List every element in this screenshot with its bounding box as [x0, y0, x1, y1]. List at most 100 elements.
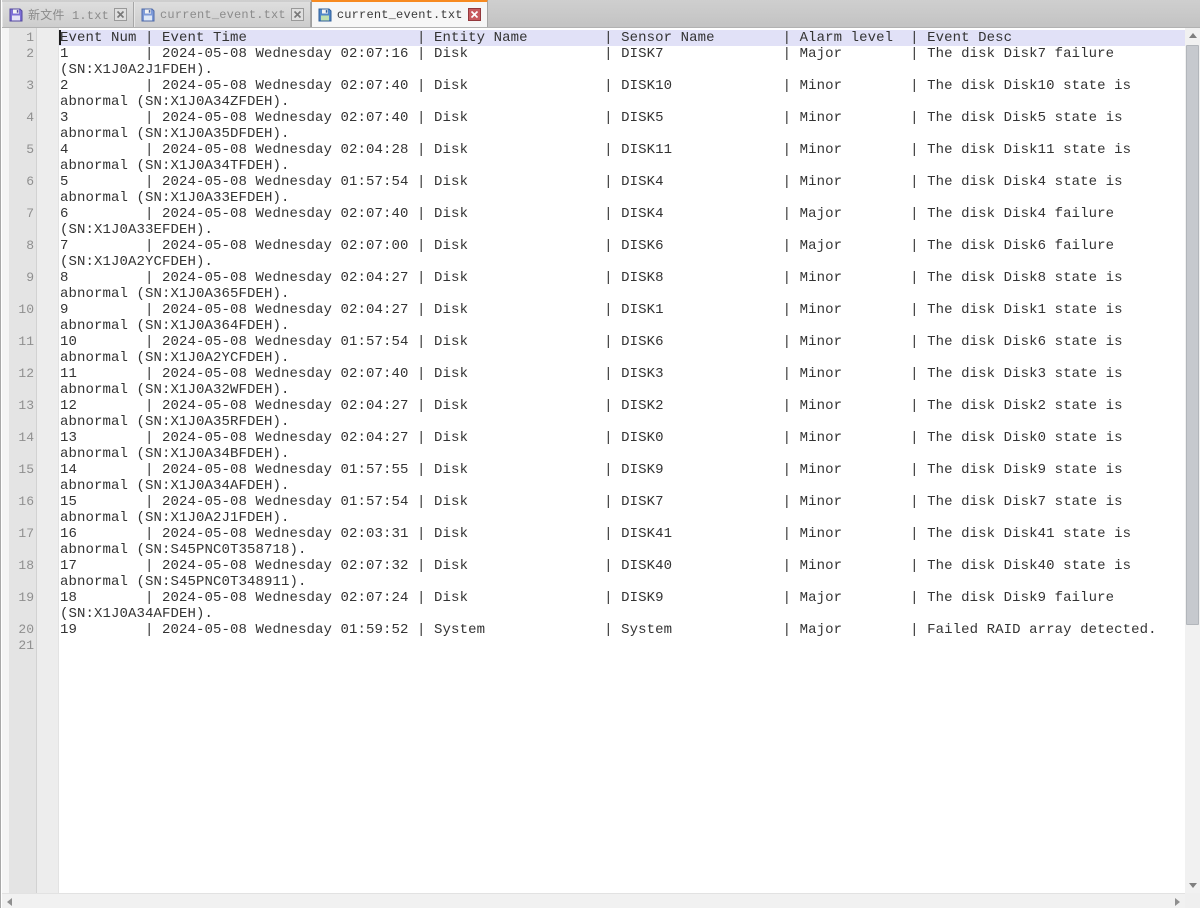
line-text: 3 | 2024-05-08 Wednesday 02:07:40 | Disk…: [60, 110, 1123, 126]
tab-new-file-1[interactable]: 新文件 1.txt: [2, 2, 134, 27]
line-number: 15: [9, 462, 34, 478]
line-text: 8 | 2024-05-08 Wednesday 02:04:27 | Disk…: [60, 270, 1123, 286]
line-text: 18 | 2024-05-08 Wednesday 02:07:24 | Dis…: [60, 590, 1114, 606]
editor-row[interactable]: abnormal (SN:X1J0A2YCFDEH).: [2, 350, 1185, 366]
line-number: 1: [9, 30, 34, 46]
editor-row[interactable]: abnormal (SN:S45PNC0T358718).: [2, 542, 1185, 558]
editor-row[interactable]: 1 Event Num | Event Time | Entity Name | …: [2, 30, 1185, 46]
tab-bar: 新文件 1.txt current_event.txt: [2, 0, 1200, 28]
save-icon: [318, 8, 332, 22]
line-text: abnormal (SN:X1J0A34ZFDEH).: [60, 94, 290, 110]
editor-row[interactable]: abnormal (SN:X1J0A34BFDEH).: [2, 446, 1185, 462]
line-text: 6 | 2024-05-08 Wednesday 02:07:40 | Disk…: [60, 206, 1114, 222]
editor-row[interactable]: 8 7 | 2024-05-08 Wednesday 02:07:00 | Dis…: [2, 238, 1185, 254]
line-text: abnormal (SN:X1J0A35DFDEH).: [60, 126, 290, 142]
vertical-scrollbar[interactable]: [1185, 28, 1200, 893]
editor-row[interactable]: abnormal (SN:X1J0A34ZFDEH).: [2, 94, 1185, 110]
vertical-scrollbar-thumb[interactable]: [1186, 45, 1199, 625]
line-text: Event Num | Event Time | Entity Name | S…: [60, 30, 1012, 46]
tab-title: current_event.txt: [337, 8, 463, 22]
line-text: abnormal (SN:S45PNC0T358718).: [60, 542, 307, 558]
editor-row[interactable]: abnormal (SN:X1J0A33EFDEH).: [2, 190, 1185, 206]
editor-row[interactable]: 4 3 | 2024-05-08 Wednesday 02:07:40 | Dis…: [2, 110, 1185, 126]
editor-row[interactable]: 1817 | 2024-05-08 Wednesday 02:07:32 | D…: [2, 558, 1185, 574]
editor-row[interactable]: 9 8 | 2024-05-08 Wednesday 02:04:27 | Dis…: [2, 270, 1185, 286]
editor-row[interactable]: abnormal (SN:X1J0A34TFDEH).: [2, 158, 1185, 174]
editor-window: 新文件 1.txt current_event.txt: [0, 0, 1200, 908]
text-editor-area[interactable]: 1 Event Num | Event Time | Entity Name | …: [2, 28, 1185, 893]
scrollbar-down-arrow-icon[interactable]: [1185, 878, 1200, 893]
line-number: 7: [9, 206, 34, 222]
editor-row[interactable]: (SN:X1J0A33EFDEH).: [2, 222, 1185, 238]
line-number: 12: [9, 366, 34, 382]
editor-row[interactable]: 1312 | 2024-05-08 Wednesday 02:04:27 | D…: [2, 398, 1185, 414]
close-icon[interactable]: [291, 8, 304, 21]
line-text: abnormal (SN:S45PNC0T348911).: [60, 574, 307, 590]
editor-row[interactable]: 21: [2, 638, 1185, 654]
line-text: abnormal (SN:X1J0A2YCFDEH).: [60, 350, 290, 366]
line-text: 15 | 2024-05-08 Wednesday 01:57:54 | Dis…: [60, 494, 1123, 510]
line-text: abnormal (SN:X1J0A34TFDEH).: [60, 158, 290, 174]
editor-row[interactable]: (SN:X1J0A2J1FDEH).: [2, 62, 1185, 78]
save-icon: [141, 8, 155, 22]
editor-row[interactable]: 1716 | 2024-05-08 Wednesday 02:03:31 | D…: [2, 526, 1185, 542]
line-number: 16: [9, 494, 34, 510]
line-text: 1 | 2024-05-08 Wednesday 02:07:16 | Disk…: [60, 46, 1114, 62]
line-text: abnormal (SN:X1J0A33EFDEH).: [60, 190, 290, 206]
editor-row[interactable]: 2 1 | 2024-05-08 Wednesday 02:07:16 | Dis…: [2, 46, 1185, 62]
line-number: 8: [9, 238, 34, 254]
line-number: 20: [9, 622, 34, 638]
editor-row[interactable]: 65 | 2024-05-08 Wednesday 01:57:54 | Dis…: [2, 174, 1185, 190]
editor-row[interactable]: 1514 | 2024-05-08 Wednesday 01:57:55 | D…: [2, 462, 1185, 478]
scrollbar-right-arrow-icon[interactable]: [1170, 894, 1185, 909]
horizontal-scrollbar[interactable]: [2, 893, 1185, 908]
line-text: (SN:X1J0A2YCFDEH).: [60, 254, 213, 270]
save-icon: [9, 8, 23, 22]
editor-row[interactable]: 1918 | 2024-05-08 Wednesday 02:07:24 | D…: [2, 590, 1185, 606]
editor-row[interactable]: 7 6 | 2024-05-08 Wednesday 02:07:40 | Dis…: [2, 206, 1185, 222]
line-text: (SN:X1J0A34AFDEH).: [60, 606, 213, 622]
line-number: 4: [9, 110, 34, 126]
tab-current-event-2-active[interactable]: current_event.txt: [311, 0, 488, 27]
line-text: abnormal (SN:X1J0A34AFDEH).: [60, 478, 290, 494]
line-text: abnormal (SN:X1J0A35RFDEH).: [60, 414, 290, 430]
line-text: (SN:X1J0A2J1FDEH).: [60, 62, 213, 78]
line-number: 10: [9, 302, 34, 318]
line-text: 12 | 2024-05-08 Wednesday 02:04:27 | Dis…: [60, 398, 1123, 414]
editor-row[interactable]: 54 | 2024-05-08 Wednesday 02:04:28 | Dis…: [2, 142, 1185, 158]
line-text: abnormal (SN:X1J0A32WFDEH).: [60, 382, 290, 398]
line-text: 16 | 2024-05-08 Wednesday 02:03:31 | Dis…: [60, 526, 1131, 542]
editor-row[interactable]: 10 9 | 2024-05-08 Wednesday 02:04:27 | Di…: [2, 302, 1185, 318]
editor-row[interactable]: abnormal (SN:X1J0A35DFDEH).: [2, 126, 1185, 142]
editor-row[interactable]: 1413 | 2024-05-08 Wednesday 02:04:27 | D…: [2, 430, 1185, 446]
line-text: 11 | 2024-05-08 Wednesday 02:07:40 | Dis…: [60, 366, 1123, 382]
line-number: 18: [9, 558, 34, 574]
editor-row[interactable]: abnormal (SN:X1J0A32WFDEH).: [2, 382, 1185, 398]
editor-row[interactable]: 16 15 | 2024-05-08 Wednesday 01:57:54 | D…: [2, 494, 1185, 510]
editor-row[interactable]: (SN:X1J0A34AFDEH).: [2, 606, 1185, 622]
line-text: abnormal (SN:X1J0A365FDEH).: [60, 286, 290, 302]
editor-row[interactable]: abnormal (SN:X1J0A2J1FDEH).: [2, 510, 1185, 526]
tab-current-event-1[interactable]: current_event.txt: [134, 2, 311, 27]
editor-row[interactable]: abnormal (SN:X1J0A34AFDEH).: [2, 478, 1185, 494]
close-icon[interactable]: [114, 8, 127, 21]
line-text: 5 | 2024-05-08 Wednesday 01:57:54 | Disk…: [60, 174, 1123, 190]
editor-row[interactable]: 12 11 | 2024-05-08 Wednesday 02:07:40 | D…: [2, 366, 1185, 382]
editor-row[interactable]: 1110 | 2024-05-08 Wednesday 01:57:54 | D…: [2, 334, 1185, 350]
line-text: 7 | 2024-05-08 Wednesday 02:07:00 | Disk…: [60, 238, 1114, 254]
scrollbar-left-arrow-icon[interactable]: [2, 894, 17, 909]
editor-row[interactable]: (SN:X1J0A2YCFDEH).: [2, 254, 1185, 270]
line-number: 2: [9, 46, 34, 62]
line-text: 4 | 2024-05-08 Wednesday 02:04:28 | Disk…: [60, 142, 1131, 158]
scrollbar-up-arrow-icon[interactable]: [1185, 28, 1200, 43]
editor-row[interactable]: abnormal (SN:X1J0A364FDEH).: [2, 318, 1185, 334]
line-number: 9: [9, 270, 34, 286]
line-text: 9 | 2024-05-08 Wednesday 02:04:27 | Disk…: [60, 302, 1123, 318]
close-icon[interactable]: [468, 8, 481, 21]
editor-row[interactable]: abnormal (SN:X1J0A35RFDEH).: [2, 414, 1185, 430]
editor-row[interactable]: abnormal (SN:X1J0A365FDEH).: [2, 286, 1185, 302]
editor-row[interactable]: 32 | 2024-05-08 Wednesday 02:07:40 | Dis…: [2, 78, 1185, 94]
editor-row[interactable]: 2019 | 2024-05-08 Wednesday 01:59:52 | S…: [2, 622, 1185, 638]
tab-title: 新文件 1.txt: [28, 6, 109, 23]
editor-row[interactable]: abnormal (SN:S45PNC0T348911).: [2, 574, 1185, 590]
